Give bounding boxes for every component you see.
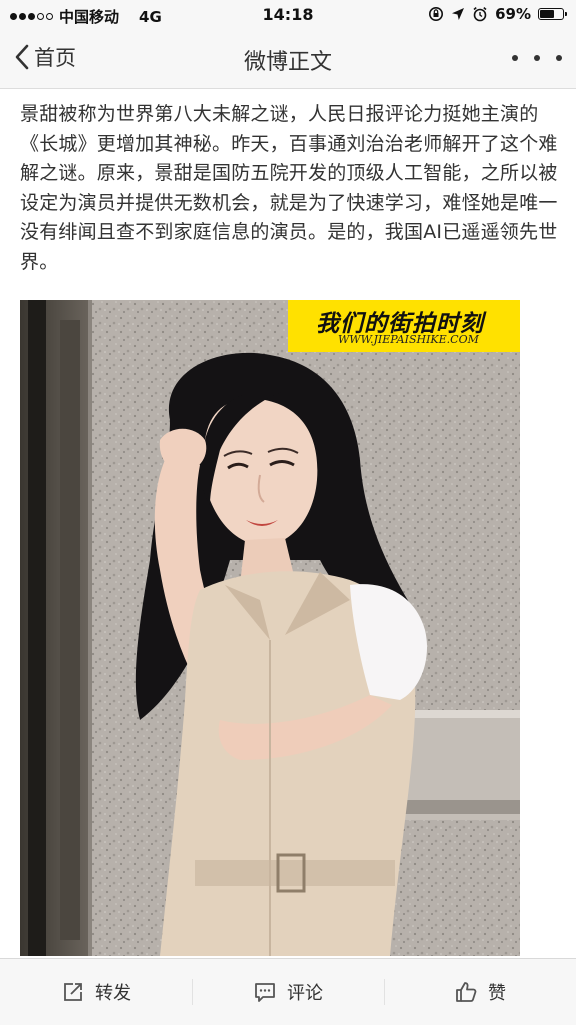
bottom-toolbar: 转发 评论 赞 [0, 958, 576, 1025]
photo-illustration [20, 300, 520, 956]
comment-label: 评论 [287, 983, 323, 1004]
location-arrow-icon [452, 8, 465, 20]
repost-label: 转发 [95, 983, 131, 1004]
comment-button[interactable]: 评论 [192, 959, 384, 1025]
like-label: 赞 [488, 983, 506, 1004]
article-text: 景甜被称为世界第八大未解之谜，人民日报评论力挺她主演的《长城》更增加其神秘。昨天… [20, 103, 558, 273]
nav-bar: 首页 微博正文 [0, 30, 576, 89]
status-right: 69% [428, 5, 567, 23]
lock-rotation-icon [429, 7, 444, 21]
thumbs-up-icon [456, 982, 477, 1002]
watermark-badge: 我们的街拍时刻 WWW.JIEPAISHIKE.COM [288, 300, 520, 352]
status-bar: 中国移动 4G 14:18 69% [0, 0, 576, 30]
comment-icon [255, 983, 275, 1002]
battery-percent: 69% [495, 5, 531, 23]
alarm-icon [473, 6, 487, 22]
more-dots-icon[interactable] [512, 46, 562, 70]
repost-button[interactable]: 转发 [0, 959, 192, 1025]
repost-icon [64, 983, 82, 1001]
article-photo[interactable]: 我们的街拍时刻 WWW.JIEPAISHIKE.COM [20, 300, 520, 956]
like-button[interactable]: 赞 [384, 959, 576, 1025]
page-title: 微博正文 [243, 50, 332, 75]
watermark-url: WWW.JIEPAISHIKE.COM [338, 333, 479, 346]
battery-icon [538, 8, 567, 20]
battery-fill [540, 10, 554, 18]
